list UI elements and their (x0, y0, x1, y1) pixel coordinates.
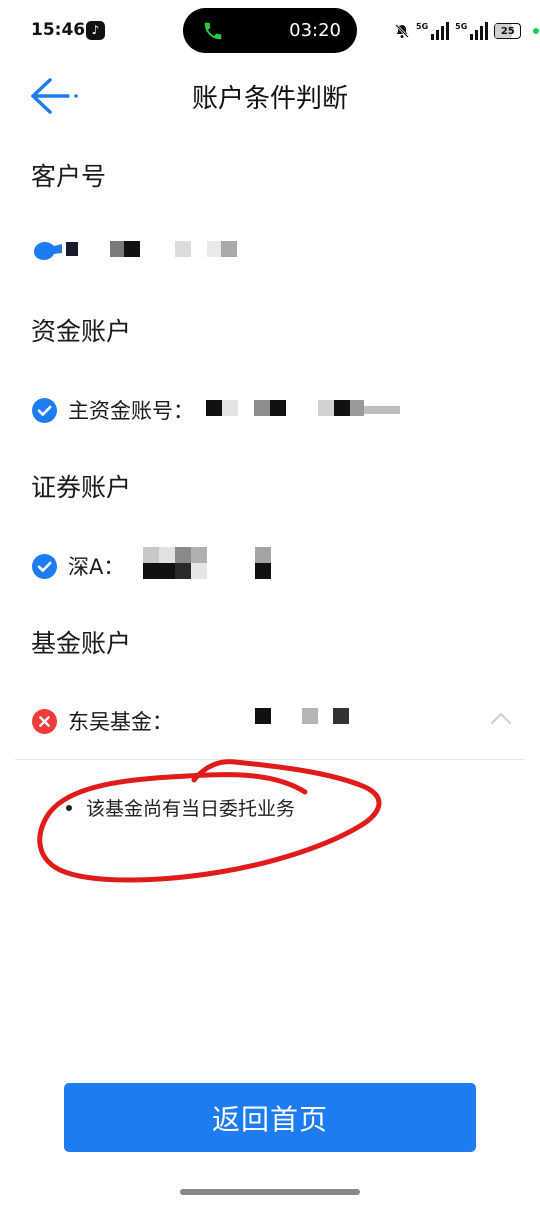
customer-number-heading: 客户号 (31, 162, 107, 191)
status-icons: 5G 5G 25 (394, 20, 540, 42)
bullet-dot (66, 804, 72, 811)
fund-company-account-heading: 基金账户 (31, 629, 132, 658)
page-title: 账户条件判断 (191, 84, 348, 114)
chevron-up-icon[interactable] (489, 710, 513, 726)
pending-order-message: 该基金尚有当日委托业务 (66, 794, 295, 821)
signal-icon: 5G (416, 22, 450, 40)
main-fund-account-label: 主资金账号： (68, 399, 194, 423)
check-circle-icon (32, 553, 57, 579)
main-fund-account-row: 主资金账号： (32, 395, 194, 425)
red-annotation-circle (37, 759, 382, 883)
dongwu-fund-label: 东吴基金： (68, 710, 173, 734)
signal-icon: 5G (455, 22, 489, 40)
pending-order-message-text: 该基金尚有当日委托业务 (86, 798, 296, 820)
shenzhen-a-account-row: 深A： (32, 551, 124, 581)
error-circle-icon (32, 708, 57, 734)
mute-bell-icon (395, 24, 409, 38)
customer-avatar-icon (34, 242, 78, 260)
dongwu-fund-account-row[interactable]: 东吴基金： (32, 706, 173, 736)
fund-account-heading: 资金账户 (31, 317, 132, 346)
call-duration: 03:20 (289, 20, 341, 41)
page: 15:46 ♪ 03:20 5G 5G 25 账户条件判断 客户号 资金账户 主… (0, 0, 540, 1206)
home-indicator-bar[interactable] (180, 1189, 360, 1195)
return-home-button[interactable]: 返回首页 (64, 1083, 476, 1152)
call-pill[interactable]: 03:20 (183, 8, 357, 53)
divider (15, 759, 525, 760)
battery-icon: 25 (494, 23, 522, 39)
securities-account-heading: 证券账户 (31, 473, 132, 502)
check-circle-icon (32, 397, 57, 423)
shenzhen-a-label: 深A： (68, 555, 125, 579)
privacy-indicator-dot (533, 28, 540, 34)
tiktok-icon: ♪ (86, 21, 105, 40)
status-bar: 15:46 ♪ 03:20 5G 5G 25 (0, 0, 540, 60)
phone-icon (204, 22, 222, 40)
status-time: 15:46 (31, 20, 86, 40)
